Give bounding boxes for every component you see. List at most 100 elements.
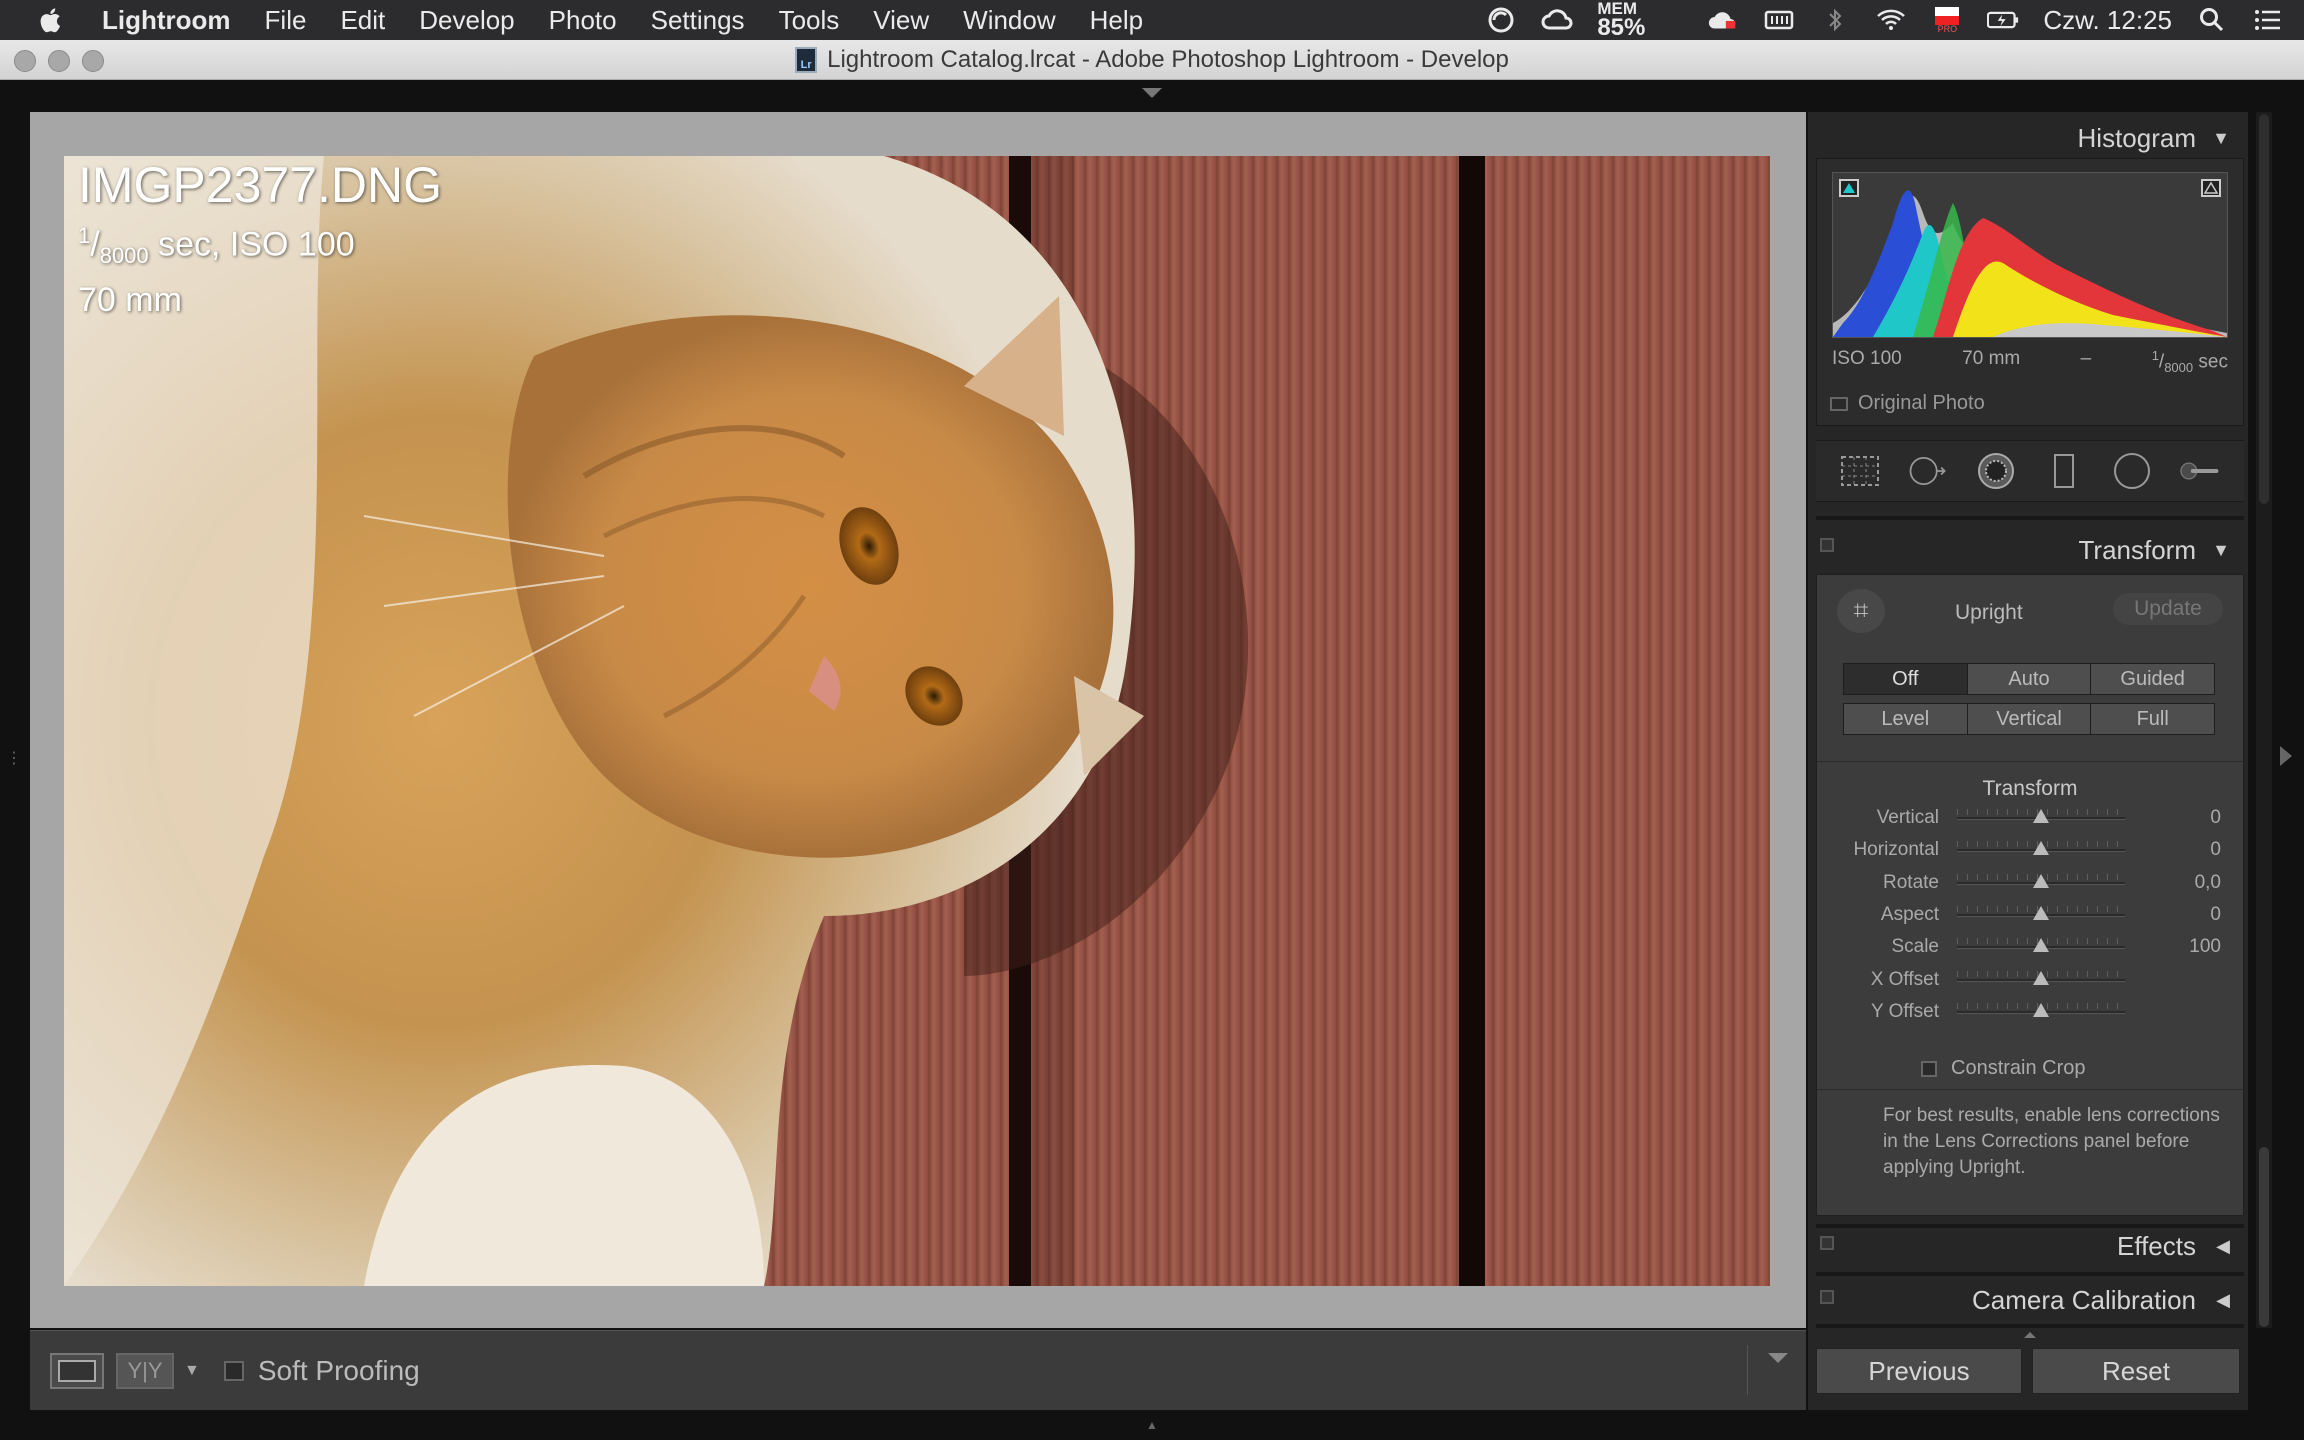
menu-settings[interactable]: Settings <box>651 5 745 36</box>
menu-file[interactable]: File <box>265 5 307 36</box>
previous-button[interactable]: Previous <box>1816 1348 2022 1394</box>
slider-thumb[interactable] <box>2033 841 2049 856</box>
close-window-button[interactable] <box>14 50 36 72</box>
develop-toolbar: Y|Y ▼ Soft Proofing <box>30 1330 1806 1410</box>
input-source-flag-icon[interactable]: PRO <box>1931 6 1963 34</box>
slider-value[interactable]: 0 <box>2210 807 2221 829</box>
radial-filter-icon[interactable] <box>2111 452 2153 490</box>
upright-update-button[interactable]: Update <box>2113 593 2223 625</box>
graduated-filter-icon[interactable] <box>2043 452 2085 490</box>
camera-calibration-panel-header[interactable]: Camera Calibration ◀ <box>1816 1278 2244 1322</box>
develop-tool-strip <box>1816 440 2244 502</box>
slider-value[interactable]: 0 <box>2210 839 2221 861</box>
scrollbar-thumb[interactable] <box>2259 1147 2269 1327</box>
toolbar-content-menu-icon[interactable] <box>1768 1353 1788 1363</box>
shadow-clipping-toggle[interactable] <box>1839 179 1859 197</box>
reset-button[interactable]: Reset <box>2032 1348 2240 1394</box>
histogram-title: Histogram <box>2077 123 2196 153</box>
menu-tools[interactable]: Tools <box>779 5 840 36</box>
menu-develop[interactable]: Develop <box>419 5 514 36</box>
filmstrip-toggle-icon[interactable]: ▲ <box>1140 1418 1164 1432</box>
slider-thumb[interactable] <box>2033 970 2049 985</box>
window-controls <box>14 50 104 72</box>
adjustment-brush-icon[interactable] <box>2179 452 2221 490</box>
menu-photo[interactable]: Photo <box>549 5 617 36</box>
photo-filename: IMGP2377.DNG <box>78 157 443 213</box>
loupe-view-button[interactable] <box>50 1352 104 1389</box>
sync-icon[interactable] <box>1485 6 1517 34</box>
transform-panel-header[interactable]: Transform ▼ <box>1816 528 2244 572</box>
slider-value[interactable]: 0 <box>2210 904 2221 926</box>
minimize-window-button[interactable] <box>48 50 70 72</box>
original-photo-checkbox[interactable] <box>1830 396 1848 411</box>
spotlight-search-icon[interactable] <box>2196 6 2228 34</box>
transform-guided-icon[interactable]: ⌗ <box>1837 589 1885 633</box>
cloud-upload-icon[interactable] <box>1707 6 1739 34</box>
creative-cloud-icon[interactable] <box>1541 6 1573 34</box>
upright-mode-row2: Level Vertical Full <box>1843 703 2215 735</box>
right-panel-scrollbar[interactable] <box>2256 112 2272 1328</box>
menu-view[interactable]: View <box>873 5 929 36</box>
expand-triangle-icon[interactable]: ◀ <box>2216 1278 2230 1322</box>
transform-slider-row: Scale 100 <box>1817 936 2243 958</box>
bluetooth-icon[interactable] <box>1819 6 1851 34</box>
constrain-crop-toggle[interactable]: Constrain Crop <box>1921 1057 2086 1080</box>
transform-slider-row: Horizontal 0 <box>1817 839 2243 861</box>
upright-full-button[interactable]: Full <box>2091 704 2215 734</box>
photo-preview[interactable] <box>64 156 1770 1286</box>
menu-lightroom[interactable]: Lightroom <box>102 5 231 36</box>
memory-indicator[interactable]: MEM 85% <box>1597 0 1645 40</box>
slider-value[interactable]: 0,0 <box>2195 872 2221 894</box>
menu-help[interactable]: Help <box>1090 5 1143 36</box>
red-eye-icon[interactable] <box>1975 452 2017 490</box>
slider-thumb[interactable] <box>2033 905 2049 920</box>
slider-thumb[interactable] <box>2033 1002 2049 1017</box>
histogram-panel-header[interactable]: Histogram ▼ <box>1816 116 2244 160</box>
soft-proofing-checkbox[interactable] <box>223 1360 244 1381</box>
left-panel-toggle-icon[interactable]: ⋮ <box>6 748 22 768</box>
transform-divider <box>1817 761 2243 762</box>
expand-triangle-icon[interactable]: ◀ <box>2216 1224 2230 1268</box>
slider-thumb[interactable] <box>2033 809 2049 823</box>
crop-tool-icon[interactable] <box>1839 452 1881 490</box>
effects-panel-header[interactable]: Effects ◀ <box>1816 1224 2244 1268</box>
before-after-button[interactable]: Y|Y <box>116 1352 174 1389</box>
memory-chip-icon[interactable] <box>1763 6 1795 34</box>
original-photo-toggle[interactable]: Original Photo <box>1830 392 1985 415</box>
slider-value[interactable]: 100 <box>2189 936 2221 958</box>
histogram-graph[interactable] <box>1832 172 2228 338</box>
apple-menu-icon[interactable] <box>36 5 62 35</box>
battery-icon[interactable] <box>1987 6 2019 34</box>
soft-proofing-label[interactable]: Soft Proofing <box>258 1355 420 1387</box>
collapse-triangle-icon[interactable]: ▼ <box>2212 116 2230 160</box>
transform-slider-row: Vertical 0 <box>1817 807 2243 829</box>
transform-slider-row: Rotate 0,0 <box>1817 872 2243 894</box>
histogram-shutter: 1/8000 sec <box>2151 348 2228 376</box>
before-after-label: Y|Y <box>127 1357 163 1383</box>
collapse-triangle-icon[interactable]: ▼ <box>2212 528 2230 572</box>
menu-window[interactable]: Window <box>963 5 1055 36</box>
wifi-icon[interactable] <box>1875 6 1907 34</box>
top-panel-toggle-icon[interactable] <box>1142 88 1162 98</box>
before-after-dropdown-icon[interactable]: ▼ <box>184 1362 200 1380</box>
menubar-clock[interactable]: Czw. 12:25 <box>2043 5 2172 36</box>
upright-level-button[interactable]: Level <box>1844 704 1968 734</box>
slider-label: X Offset <box>1870 968 1939 990</box>
zoom-window-button[interactable] <box>82 50 104 72</box>
slider-thumb[interactable] <box>2033 938 2049 953</box>
menu-edit[interactable]: Edit <box>340 5 385 36</box>
right-panel-toggle-icon[interactable] <box>2280 746 2292 766</box>
upright-off-button[interactable]: Off <box>1844 664 1968 694</box>
panel-divider <box>1816 516 2244 520</box>
notification-center-icon[interactable] <box>2252 6 2284 34</box>
slider-thumb[interactable] <box>2033 873 2049 888</box>
flag-pro-label: PRO <box>1937 24 1958 34</box>
menubar: Lightroom File Edit Develop Photo Settin… <box>0 0 2304 40</box>
constrain-crop-checkbox[interactable] <box>1921 1060 1937 1077</box>
spot-removal-icon[interactable] <box>1907 452 1949 490</box>
upright-guided-button[interactable]: Guided <box>2091 664 2215 694</box>
highlight-clipping-toggle[interactable] <box>2201 179 2221 197</box>
upright-vertical-button[interactable]: Vertical <box>1967 704 2092 734</box>
slider-label: Y Offset <box>1871 1000 1939 1022</box>
upright-auto-button[interactable]: Auto <box>1967 664 2092 694</box>
